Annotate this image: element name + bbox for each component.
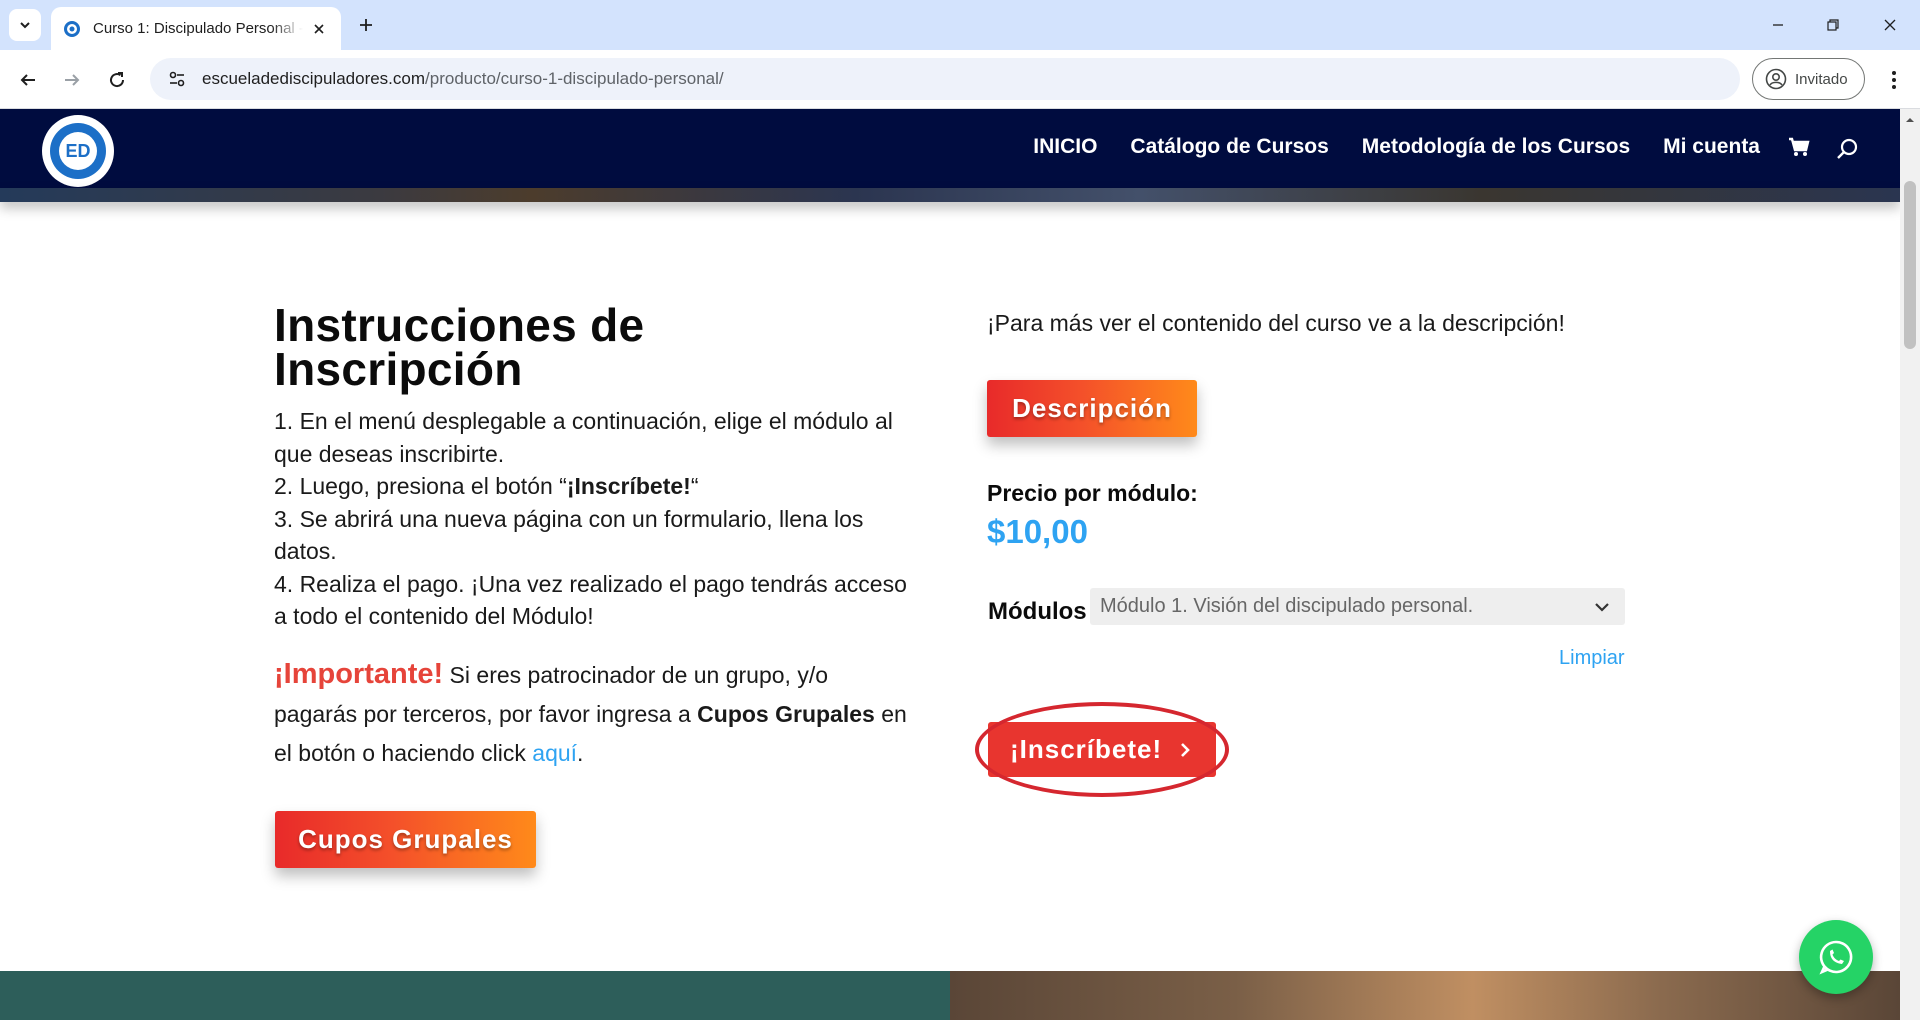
price-label: Precio por módulo: [987, 480, 1198, 506]
search-icon[interactable] [1836, 137, 1860, 161]
site-header: ED INICIO Catálogo de Cursos Metodología… [0, 109, 1900, 188]
restore-button[interactable] [1819, 11, 1847, 39]
aqui-link[interactable]: aquí [532, 740, 577, 766]
profile-button[interactable]: Invitado [1752, 58, 1865, 100]
site-info-icon[interactable] [166, 68, 188, 90]
site-favicon-icon [64, 20, 80, 37]
back-button[interactable] [12, 64, 44, 96]
window-close-button[interactable] [1876, 11, 1904, 39]
more-vertical-icon [1892, 71, 1896, 89]
page-viewport: ED INICIO Catálogo de Cursos Metodología… [0, 109, 1900, 1020]
forward-button[interactable] [56, 64, 88, 96]
step-3: 3. Se abrirá una nueva página con un for… [274, 505, 864, 565]
page-title: Instrucciones de Inscripción [274, 302, 914, 392]
footer-section-right [950, 971, 1900, 1020]
nav-mi-cuenta[interactable]: Mi cuenta [1663, 135, 1760, 159]
browser-toolbar: escueladediscipuladores.com/producto/cur… [0, 50, 1920, 109]
step-4: 4. Realiza el pago. ¡Una vez realizado e… [274, 570, 907, 630]
tab-title: Curso 1: Discipulado Personal - [93, 20, 303, 37]
price-value: $10,00 [987, 513, 1088, 550]
reload-icon [110, 72, 125, 88]
whatsapp-button[interactable] [1799, 920, 1873, 994]
arrow-right-icon [65, 74, 80, 86]
important-note: ¡Importante! Si eres patrocinador de un … [274, 655, 914, 773]
restore-icon [1827, 19, 1839, 31]
important-end: . [577, 739, 584, 766]
profile-avatar-icon [1765, 68, 1787, 90]
tab-search-button[interactable] [9, 9, 41, 41]
step-2-bold: ¡Inscríbete! [566, 473, 691, 499]
profile-label: Invitado [1795, 70, 1848, 88]
important-label: ¡Importante! [274, 657, 444, 690]
page-scrollbar[interactable] [1900, 109, 1920, 1020]
scroll-up-icon[interactable] [1905, 115, 1915, 125]
main-nav: INICIO Catálogo de Cursos Metodología de… [1000, 135, 1812, 159]
url-host: escueladediscipuladores.com [202, 69, 426, 88]
url-text: escueladediscipuladores.com/producto/cur… [202, 69, 724, 89]
logo-ring: ED [50, 123, 106, 179]
browser-menu-button[interactable] [1878, 64, 1910, 96]
modules-select[interactable]: Módulo 1. Visión del discipulado persona… [1090, 588, 1625, 625]
hero-image-strip [0, 188, 1900, 202]
cupos-grupales-button[interactable]: Cupos Grupales [275, 811, 536, 868]
address-bar[interactable]: escueladediscipuladores.com/producto/cur… [150, 58, 1740, 100]
nav-metodologia[interactable]: Metodología de los Cursos [1362, 135, 1630, 159]
step-2-text: 2. Luego, presiona el botón “ [274, 473, 567, 499]
new-tab-button[interactable] [352, 11, 380, 39]
page-title-line2: Inscripción [274, 343, 523, 395]
arrow-left-icon [20, 74, 35, 86]
chevron-down-icon [20, 22, 30, 29]
step-2-end: “ [690, 473, 699, 499]
browser-tab-active[interactable]: Curso 1: Discipulado Personal - [51, 7, 341, 50]
cart-icon[interactable] [1788, 135, 1812, 159]
instructions-section: Instrucciones de Inscripción 1. En el me… [274, 302, 914, 773]
step-2: 2. Luego, presiona el botón “¡Inscríbete… [274, 470, 914, 503]
modules-selected-value: Módulo 1. Visión del discipulado persona… [1100, 595, 1474, 617]
whatsapp-icon [1819, 940, 1853, 975]
nav-catalogo-cursos[interactable]: Catálogo de Cursos [1130, 135, 1328, 159]
scrollbar-thumb[interactable] [1904, 181, 1916, 349]
steps-list: 1. En el menú desplegable a continuación… [274, 405, 914, 633]
description-hint: ¡Para más ver el contenido del curso ve … [987, 310, 1565, 336]
reload-button[interactable] [101, 64, 133, 96]
site-logo[interactable]: ED [42, 115, 114, 187]
minimize-icon [1773, 24, 1783, 26]
clear-link[interactable]: Limpiar [1559, 647, 1625, 670]
close-icon [1884, 19, 1896, 31]
description-button[interactable]: Descripción [987, 380, 1197, 437]
minimize-button[interactable] [1764, 11, 1792, 39]
highlight-ellipse [975, 702, 1229, 797]
close-icon [314, 23, 324, 34]
step-1: 1. En el menú desplegable a continuación… [274, 408, 893, 467]
nav-inicio[interactable]: INICIO [1033, 135, 1097, 159]
important-bold: Cupos Grupales [697, 700, 875, 727]
footer-section-left [0, 971, 950, 1020]
logo-text: ED [59, 132, 97, 170]
url-path: /producto/curso-1-discipulado-personal/ [425, 69, 724, 88]
plus-icon [360, 19, 372, 31]
modules-label: Módulos [988, 598, 1087, 625]
tab-close-button[interactable] [309, 19, 329, 39]
browser-tab-strip: Curso 1: Discipulado Personal - [0, 0, 1920, 50]
tune-icon [169, 71, 185, 87]
chevron-down-icon [1595, 603, 1609, 612]
